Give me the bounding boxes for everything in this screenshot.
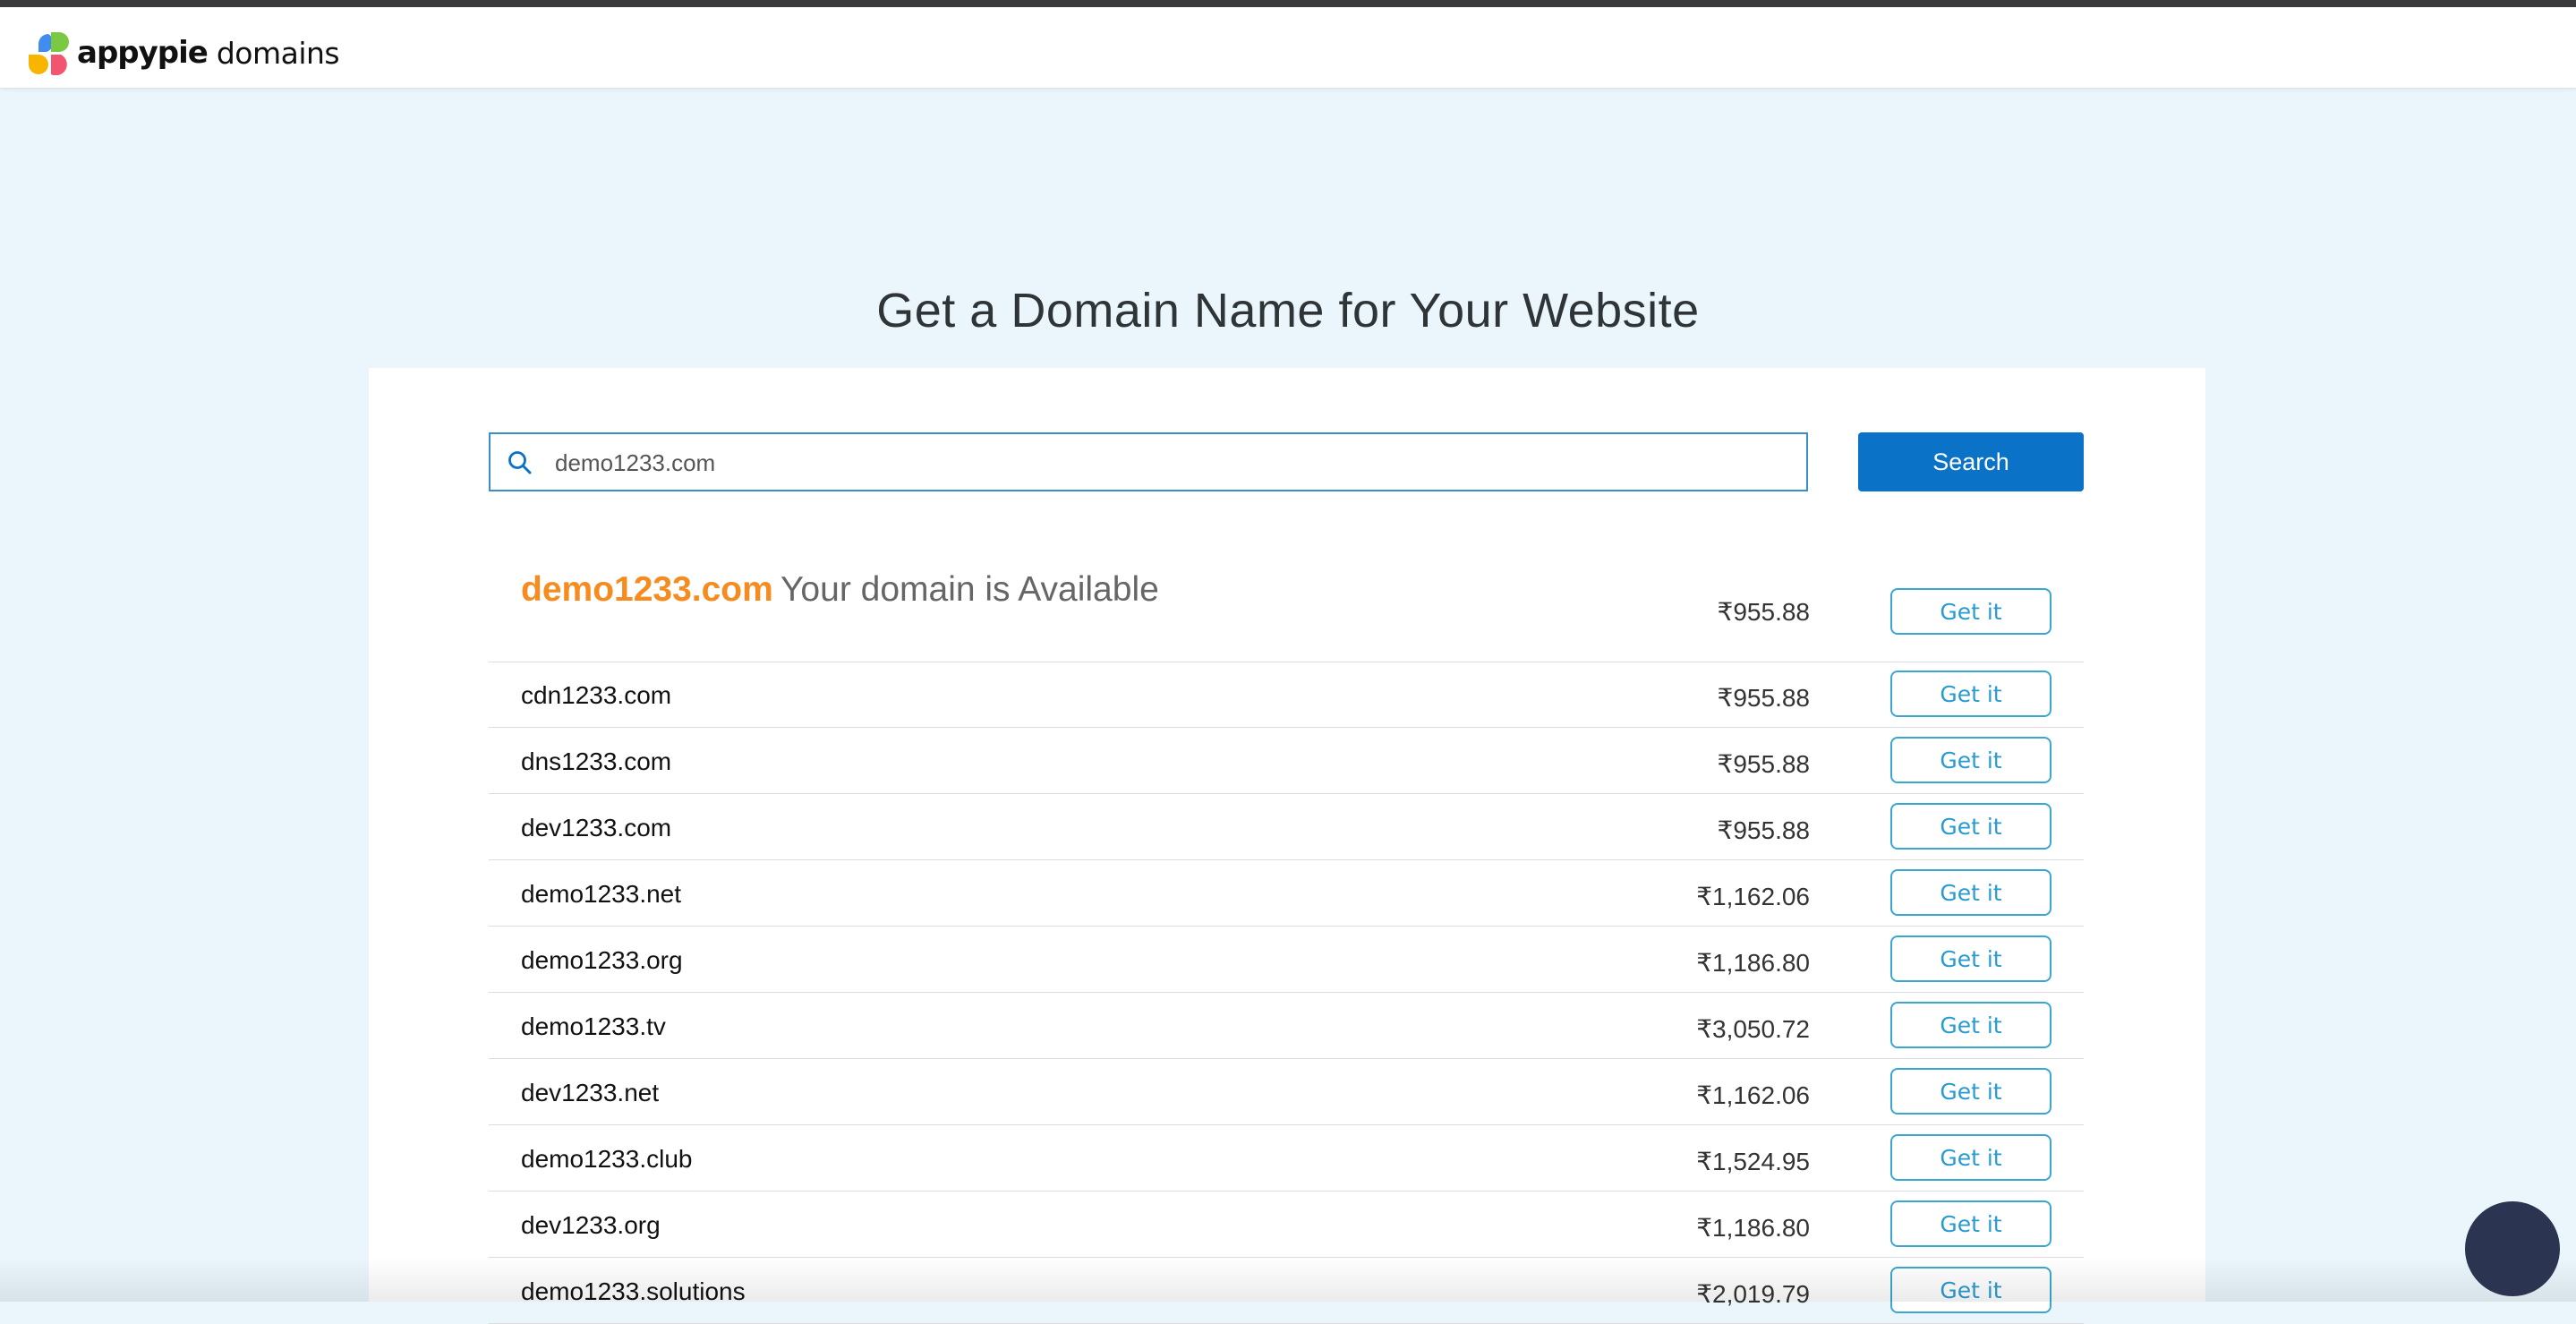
get-it-button[interactable]: Get it (1890, 803, 2051, 850)
result-price: ₹3,050.72 (1696, 1015, 1810, 1043)
featured-result: demo1233.com Your domain is Available ₹9… (489, 527, 2084, 662)
site-header: appypie domains (0, 7, 2576, 89)
result-domain: dev1233.org (521, 1211, 661, 1239)
result-price: ₹1,162.06 (1696, 1081, 1810, 1109)
appypie-logo-icon (29, 32, 69, 75)
result-domain: demo1233.org (521, 946, 683, 974)
logo[interactable]: appypie domains (27, 29, 340, 77)
search-box[interactable] (489, 432, 1808, 491)
search-input[interactable] (553, 434, 1792, 491)
result-row: demo1233.solutions ₹2,019.79 Get it (489, 1258, 2084, 1324)
result-domain: demo1233.tv (521, 1012, 666, 1040)
result-row: demo1233.tv ₹3,050.72 Get it (489, 993, 2084, 1059)
result-domain: demo1233.club (521, 1145, 693, 1173)
result-row: demo1233.net ₹1,162.06 Get it (489, 860, 2084, 927)
get-it-button[interactable]: Get it (1890, 1068, 2051, 1115)
result-row: demo1233.club ₹1,524.95 Get it (489, 1125, 2084, 1192)
result-domain: dns1233.com (521, 747, 672, 775)
result-domain: dev1233.net (521, 1079, 660, 1106)
window-top-strip (0, 0, 2576, 7)
featured-price: ₹955.88 (1717, 598, 1810, 626)
result-row: dns1233.com ₹955.88 Get it (489, 728, 2084, 794)
result-domain: dev1233.com (521, 814, 672, 841)
result-row: dev1233.net ₹1,162.06 Get it (489, 1059, 2084, 1125)
search-button[interactable]: Search (1858, 432, 2084, 491)
result-row: demo1233.org ₹1,186.80 Get it (489, 927, 2084, 993)
results-list: cdn1233.com ₹955.88 Get it dns1233.com ₹… (489, 662, 2084, 1324)
result-price: ₹1,162.06 (1696, 883, 1810, 910)
result-domain: cdn1233.com (521, 681, 672, 709)
get-it-button[interactable]: Get it (1890, 588, 2051, 635)
result-row: cdn1233.com ₹955.88 Get it (489, 662, 2084, 728)
chat-widget-button[interactable] (2465, 1201, 2560, 1296)
result-row: dev1233.org ₹1,186.80 Get it (489, 1192, 2084, 1258)
logo-brand-text: appypie (77, 35, 209, 71)
get-it-button[interactable]: Get it (1890, 1002, 2051, 1048)
get-it-button[interactable]: Get it (1890, 737, 2051, 783)
result-price: ₹955.88 (1717, 750, 1810, 778)
get-it-button[interactable]: Get it (1890, 671, 2051, 717)
result-price: ₹955.88 (1717, 816, 1810, 844)
featured-domain: demo1233.com (521, 570, 773, 609)
get-it-button[interactable]: Get it (1890, 1134, 2051, 1181)
get-it-button[interactable]: Get it (1890, 1267, 2051, 1313)
result-price: ₹1,524.95 (1696, 1148, 1810, 1175)
result-price: ₹1,186.80 (1696, 1214, 1810, 1242)
get-it-button[interactable]: Get it (1890, 1200, 2051, 1247)
logo-product-text: domains (216, 35, 340, 71)
get-it-button[interactable]: Get it (1890, 869, 2051, 916)
domain-search-card: Search demo1233.com Your domain is Avail… (369, 368, 2205, 1324)
get-it-button[interactable]: Get it (1890, 935, 2051, 982)
result-price: ₹2,019.79 (1696, 1280, 1810, 1308)
result-domain: demo1233.solutions (521, 1277, 746, 1305)
availability-status: Your domain is Available (780, 570, 1159, 609)
result-price: ₹1,186.80 (1696, 949, 1810, 977)
result-price: ₹955.88 (1717, 684, 1810, 712)
search-icon (508, 451, 532, 474)
result-domain: demo1233.net (521, 880, 682, 908)
result-row: dev1233.com ₹955.88 Get it (489, 794, 2084, 860)
page-title: Get a Domain Name for Your Website (876, 284, 1700, 338)
